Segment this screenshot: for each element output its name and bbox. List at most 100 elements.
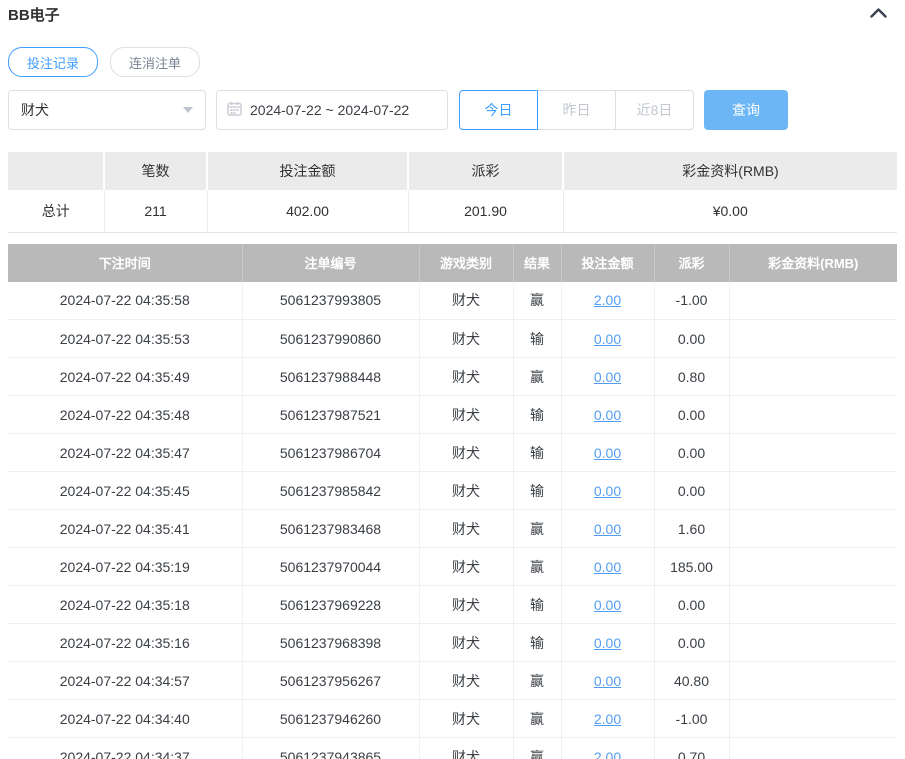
game-type-cell: 财犬 (419, 281, 514, 320)
records-header-bonus: 彩金资料(RMB) (729, 243, 897, 282)
bet-amount-link[interactable]: 2.00 (594, 711, 621, 727)
bet-amount-cell: 0.00 (561, 547, 655, 586)
bet-amount-link[interactable]: 2.00 (594, 292, 621, 308)
payout-cell: 0.00 (654, 319, 730, 358)
order-id-cell: 5061237970044 (242, 547, 420, 586)
payout-cell: 1.60 (654, 509, 730, 548)
bet-amount-link[interactable]: 2.00 (594, 749, 621, 759)
payout-cell: -1.00 (654, 281, 730, 320)
bonus-cell (729, 585, 897, 624)
records-header-bet-amount: 投注金额 (561, 243, 655, 282)
order-id-cell: 5061237985842 (242, 471, 420, 510)
game-type-cell: 财犬 (419, 319, 514, 358)
table-row: 2024-07-22 04:34:57 5061237956267 财犬赢 0.00 4… (8, 661, 897, 700)
bet-time-cell: 2024-07-22 04:35:53 (8, 319, 243, 358)
bet-time-cell: 2024-07-22 04:35:47 (8, 433, 243, 472)
result-cell: 赢 (513, 699, 562, 738)
result-cell: 赢 (513, 661, 562, 700)
bet-time-cell: 2024-07-22 04:34:57 (8, 661, 243, 700)
order-id-cell: 5061237990860 (242, 319, 420, 358)
records-header-order-id: 注单编号 (242, 243, 420, 282)
game-type-cell: 财犬 (419, 699, 514, 738)
calendar-icon (227, 101, 250, 119)
game-select[interactable]: 财犬 (8, 90, 206, 130)
table-row: 2024-07-22 04:35:18 5061237969228 财犬输 0.00 0… (8, 585, 897, 624)
summary-header-bonus: 彩金资料(RMB) (563, 152, 897, 190)
order-id-cell: 5061237993805 (242, 281, 420, 320)
result-cell: 赢 (513, 281, 562, 320)
summary-total-count: 211 (104, 190, 208, 233)
chevron-up-icon (869, 7, 887, 22)
bet-amount-cell: 0.00 (561, 319, 655, 358)
last-8-days-button[interactable]: 近8日 (615, 90, 694, 130)
order-id-cell: 5061237946260 (242, 699, 420, 738)
bet-amount-link[interactable]: 0.00 (594, 445, 621, 461)
summary-total-label: 总计 (8, 190, 105, 233)
records-header-result: 结果 (513, 243, 562, 282)
table-row: 2024-07-22 04:35:47 5061237986704 财犬输 0.00 0… (8, 433, 897, 472)
bet-amount-cell: 0.00 (561, 585, 655, 624)
table-row: 2024-07-22 04:35:45 5061237985842 财犬输 0.00 0… (8, 471, 897, 510)
summary-header-count: 笔数 (104, 152, 208, 190)
bet-time-cell: 2024-07-22 04:35:49 (8, 357, 243, 396)
result-cell: 赢 (513, 357, 562, 396)
bet-records-panel: BB电子 投注记录 连消注单 财犬 2024-07-22 ~ 2024-07-2… (0, 0, 905, 759)
records-header-row: 下注时间 注单编号 游戏类别 结果 投注金额 派彩 彩金资料(RMB) (8, 243, 897, 282)
search-button[interactable]: 查询 (704, 90, 788, 130)
table-row: 2024-07-22 04:35:53 5061237990860 财犬输 0.00 0… (8, 319, 897, 358)
order-id-cell: 5061237986704 (242, 433, 420, 472)
table-row: 2024-07-22 04:35:16 5061237968398 财犬输 0.00 0… (8, 623, 897, 662)
bet-time-cell: 2024-07-22 04:35:16 (8, 623, 243, 662)
payout-cell: 0.00 (654, 433, 730, 472)
records-header-payout: 派彩 (654, 243, 730, 282)
summary-table: 笔数 投注金额 派彩 彩金资料(RMB) 总计 211 402.00 201.9… (8, 152, 897, 233)
result-cell: 输 (513, 623, 562, 662)
bet-amount-link[interactable]: 0.00 (594, 673, 621, 689)
payout-cell: 0.00 (654, 585, 730, 624)
bet-time-cell: 2024-07-22 04:35:19 (8, 547, 243, 586)
bet-amount-cell: 2.00 (561, 281, 655, 320)
order-id-cell: 5061237969228 (242, 585, 420, 624)
bet-time-cell: 2024-07-22 04:34:37 (8, 737, 243, 759)
tab-cancelled-orders[interactable]: 连消注单 (110, 47, 201, 77)
bet-amount-link[interactable]: 0.00 (594, 597, 621, 613)
result-cell: 赢 (513, 737, 562, 759)
summary-total-bet-amount: 402.00 (207, 190, 409, 233)
bet-amount-cell: 0.00 (561, 395, 655, 434)
game-type-cell: 财犬 (419, 661, 514, 700)
quick-date-button-group: 今日 昨日 近8日 (459, 90, 694, 130)
yesterday-button[interactable]: 昨日 (537, 90, 616, 130)
bet-amount-link[interactable]: 0.00 (594, 483, 621, 499)
result-cell: 输 (513, 433, 562, 472)
bonus-cell (729, 319, 897, 358)
bonus-cell (729, 509, 897, 548)
table-row: 2024-07-22 04:35:58 5061237993805 财犬赢 2.00 -… (8, 281, 897, 320)
bet-amount-link[interactable]: 0.00 (594, 331, 621, 347)
tab-bet-records[interactable]: 投注记录 (8, 47, 99, 77)
bet-amount-link[interactable]: 0.00 (594, 635, 621, 651)
collapse-panel-button[interactable] (867, 4, 889, 26)
bonus-cell (729, 623, 897, 662)
bet-amount-link[interactable]: 0.00 (594, 521, 621, 537)
records-header-bet-time: 下注时间 (8, 243, 243, 282)
bet-amount-link[interactable]: 0.00 (594, 407, 621, 423)
date-range-input[interactable]: 2024-07-22 ~ 2024-07-22 (216, 90, 448, 130)
records-table: 下注时间 注单编号 游戏类别 结果 投注金额 派彩 彩金资料(RMB) 2024… (8, 243, 897, 759)
game-type-cell: 财犬 (419, 395, 514, 434)
bet-time-cell: 2024-07-22 04:35:41 (8, 509, 243, 548)
today-button[interactable]: 今日 (459, 90, 538, 130)
bonus-cell (729, 357, 897, 396)
result-cell: 输 (513, 319, 562, 358)
result-cell: 赢 (513, 547, 562, 586)
page-title: BB电子 (8, 7, 60, 24)
summary-header-bet-amount: 投注金额 (207, 152, 409, 190)
game-type-cell: 财犬 (419, 547, 514, 586)
chevron-down-icon (183, 107, 193, 113)
game-type-cell: 财犬 (419, 509, 514, 548)
bonus-cell (729, 699, 897, 738)
bet-time-cell: 2024-07-22 04:35:18 (8, 585, 243, 624)
bet-amount-link[interactable]: 0.00 (594, 369, 621, 385)
order-id-cell: 5061237983468 (242, 509, 420, 548)
date-range-value: 2024-07-22 ~ 2024-07-22 (250, 102, 410, 118)
bet-amount-link[interactable]: 0.00 (594, 559, 621, 575)
